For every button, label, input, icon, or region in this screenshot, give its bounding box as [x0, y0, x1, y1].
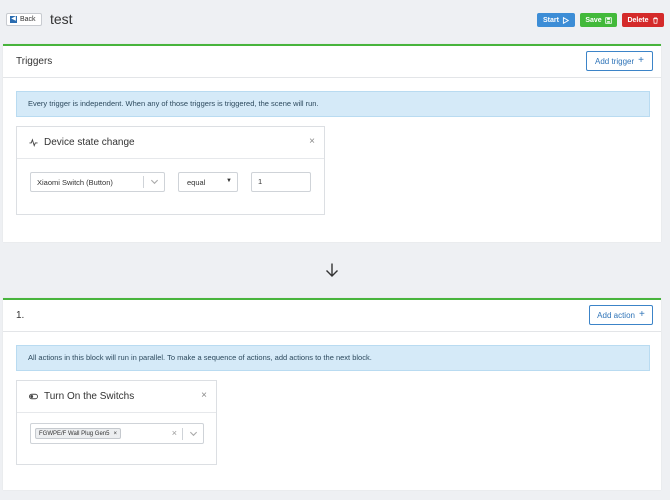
play-icon: [562, 16, 569, 24]
top-actions: Start Save Delete: [537, 13, 664, 27]
action-block-header: 1. Add action +: [3, 300, 661, 332]
save-icon: [604, 16, 612, 24]
chevron-down-icon: [150, 179, 159, 185]
triggers-title: Triggers: [16, 56, 53, 67]
delete-button[interactable]: Delete: [622, 13, 664, 27]
device-select[interactable]: Xiaomi Switch (Button): [30, 172, 165, 192]
back-button[interactable]: ◀ Back: [6, 13, 42, 26]
add-trigger-button[interactable]: Add trigger +: [586, 51, 653, 71]
clear-icon[interactable]: ×: [172, 428, 177, 438]
triggers-header: Triggers Add trigger +: [3, 46, 661, 78]
save-label: Save: [585, 16, 602, 24]
arrow-down-icon: [326, 263, 338, 277]
start-label: Start: [543, 16, 559, 24]
save-button[interactable]: Save: [580, 13, 617, 27]
action-card-title-text: Turn On the Switchs: [44, 391, 135, 402]
remove-chip-icon[interactable]: ×: [113, 429, 117, 439]
triggers-panel: Triggers Add trigger + Every trigger is …: [3, 44, 661, 242]
trigger-card: Device state change × Xiaomi Switch (But…: [16, 126, 325, 215]
trash-icon: [652, 16, 658, 24]
action-block-panel: 1. Add action + All actions in this bloc…: [3, 298, 661, 490]
plus-icon: +: [638, 309, 645, 320]
select-separator: [143, 176, 144, 188]
trigger-card-header: Device state change ×: [17, 127, 324, 159]
select-separator: [182, 428, 183, 440]
chip-label: FGWPE/F Wall Plug Gen5: [39, 430, 110, 437]
operator-select-value: equal: [187, 178, 206, 187]
device-select-value: Xiaomi Switch (Button): [37, 178, 113, 187]
trigger-card-title: Device state change: [29, 137, 135, 148]
toggle-icon: [29, 393, 38, 400]
delete-label: Delete: [627, 16, 649, 24]
triggers-info-alert: Every trigger is independent. When any o…: [16, 91, 650, 117]
top-bar: ◀ Back test Start Save Delete: [0, 0, 670, 40]
page-title: test: [50, 11, 73, 27]
back-label: Back: [20, 16, 36, 23]
plus-icon: +: [638, 55, 644, 66]
operator-select[interactable]: equal ▼: [178, 172, 238, 192]
caret-down-icon: ▼: [226, 178, 232, 184]
chevron-left-icon: ◀: [10, 16, 17, 23]
close-icon[interactable]: ×: [309, 136, 315, 147]
action-card: Turn On the Switchs × FGWPE/F Wall Plug …: [16, 380, 217, 465]
action-block-title: 1.: [16, 310, 25, 321]
close-icon[interactable]: ×: [201, 390, 207, 401]
action-card-header: Turn On the Switchs ×: [17, 381, 216, 413]
actions-info-alert: All actions in this block will run in pa…: [16, 345, 650, 371]
add-action-label: Add action: [597, 310, 635, 320]
activity-icon: [29, 138, 38, 147]
action-card-title: Turn On the Switchs: [29, 391, 134, 402]
start-button[interactable]: Start: [537, 13, 575, 27]
trigger-card-title-text: Device state change: [44, 137, 135, 148]
device-multi-select[interactable]: FGWPE/F Wall Plug Gen5 × ×: [30, 423, 204, 444]
add-action-button[interactable]: Add action +: [589, 305, 653, 325]
chevron-down-icon: [189, 431, 198, 437]
add-trigger-label: Add trigger: [595, 56, 635, 66]
selected-device-chip: FGWPE/F Wall Plug Gen5 ×: [35, 428, 121, 439]
value-input[interactable]: 1: [251, 172, 311, 192]
